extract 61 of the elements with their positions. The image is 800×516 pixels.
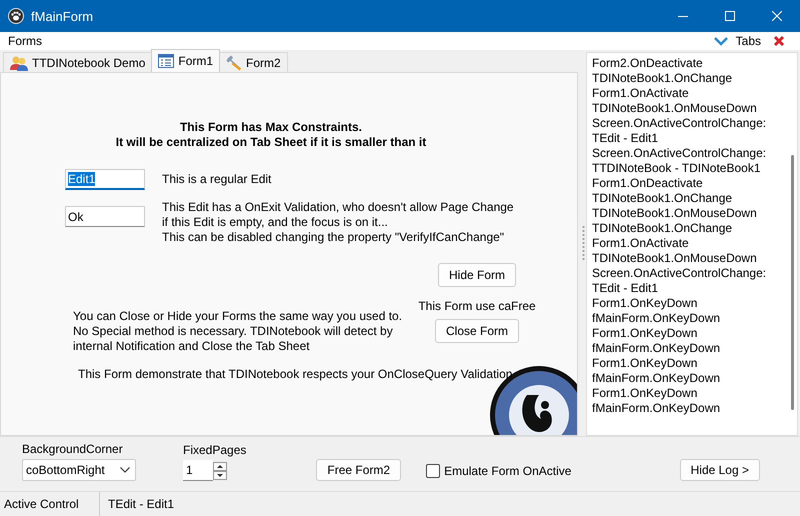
log-line: Form1.OnKeyDown	[592, 296, 698, 311]
caption-text: This Form use caFree	[418, 299, 536, 313]
description-text: This is a regular Edit	[162, 172, 272, 187]
list-icon	[158, 53, 174, 69]
chevron-down-icon[interactable]	[714, 36, 728, 46]
close-form-button[interactable]: Close Form	[434, 319, 519, 343]
users-icon	[10, 54, 28, 70]
heading: This Form has Max Constraints. It will be centralized on Tab Sheet if it is smaller than it	[114, 120, 428, 150]
input-field[interactable]: Ok	[65, 206, 145, 227]
status-text: Active Control	[0, 492, 100, 516]
description-text: This Edit has a OnExit Validation, who doesn't allow Page Change if this Edit is empty, and the focus is on it... This can be disabled changing the property "VerifyIfCanChange"	[162, 200, 514, 245]
field-label: BackgroundCorner	[22, 442, 124, 456]
log-line: Form1.OnActivate	[592, 236, 690, 251]
pages-field[interactable]: 1	[183, 460, 213, 481]
log-line: TEdit - Edit1	[592, 281, 660, 296]
hide-log-button[interactable]: Hide Log >	[680, 459, 760, 481]
input-field[interactable]: Edit1	[65, 169, 145, 190]
field-label: FixedPages	[183, 443, 246, 457]
log-line: fMainForm.OnKeyDown	[592, 311, 722, 326]
checkbox[interactable]	[426, 464, 440, 478]
log-line: Form1.OnKeyDown	[592, 356, 698, 371]
log-line: Screen.OnActiveControlChange:	[592, 266, 768, 281]
log-line: Form1.OnKeyDown	[592, 326, 698, 341]
log-line: TTDINoteBook - TDINoteBook1	[592, 161, 762, 176]
log-line: TDINoteBook1.OnChange	[592, 71, 734, 86]
free-form-button[interactable]: Free Form2	[316, 459, 402, 481]
spin-down-icon[interactable]	[213, 470, 227, 480]
log-line: TDINoteBook1.OnMouseDown	[592, 251, 758, 266]
log-line: Form2.OnDeactivate	[592, 56, 704, 71]
log-line: fMainForm.OnKeyDown	[592, 401, 722, 416]
log-line: TDINoteBook1.OnMouseDown	[592, 206, 758, 221]
log-line: TDINoteBook1.OnChange	[592, 191, 734, 206]
window-title: fMainForm	[31, 8, 94, 24]
log-line: Form1.OnActivate	[592, 86, 690, 101]
checkbox-label: Emulate Form OnActive	[444, 464, 572, 478]
close-icon[interactable]	[773, 35, 785, 47]
log-line: TDINoteBook1.OnMouseDown	[592, 101, 758, 116]
scrollbar-thumb[interactable]	[791, 155, 794, 410]
maximize-icon[interactable]	[725, 11, 735, 21]
chevron-down-icon	[120, 467, 130, 473]
corner-dropdown[interactable]: coBottomRight	[22, 459, 136, 481]
menu-item[interactable]: Forms	[0, 34, 50, 48]
log-line: Screen.OnActiveControlChange:	[592, 116, 768, 131]
log-line: Screen.OnActiveControlChange:	[592, 146, 768, 161]
description-text: You can Close or Hide your Forms the same way you used to. No Special method is necessary. TDINotebook will detect by internal Notification and Close the Tab Sheet	[73, 309, 401, 354]
grip-icon[interactable]	[582, 225, 584, 261]
log-line: TDINoteBook1.OnChange	[592, 221, 734, 236]
log-line: TEdit - Edit1	[592, 131, 660, 146]
description-text: This Form demonstrate that TDINotebook respects your OnCloseQuery Validation	[78, 367, 512, 382]
spin-up-icon[interactable]	[213, 462, 227, 470]
log-line: fMainForm.OnKeyDown	[592, 341, 722, 356]
tab[interactable]: TTDINotebook Demo	[3, 52, 152, 72]
log-line: Form1.OnDeactivate	[592, 176, 704, 191]
tab[interactable]: Form1	[151, 49, 220, 72]
hide-form-button[interactable]: Hide Form	[438, 263, 516, 287]
log-line: Form1.OnKeyDown	[592, 386, 698, 401]
log-line: fMainForm.OnKeyDown	[592, 371, 722, 386]
paw-icon	[8, 8, 24, 24]
tab[interactable]: Form2	[219, 52, 288, 72]
status-text: TEdit - Edit1	[107, 497, 174, 511]
tabs-menu[interactable]: Tabs	[728, 34, 769, 48]
